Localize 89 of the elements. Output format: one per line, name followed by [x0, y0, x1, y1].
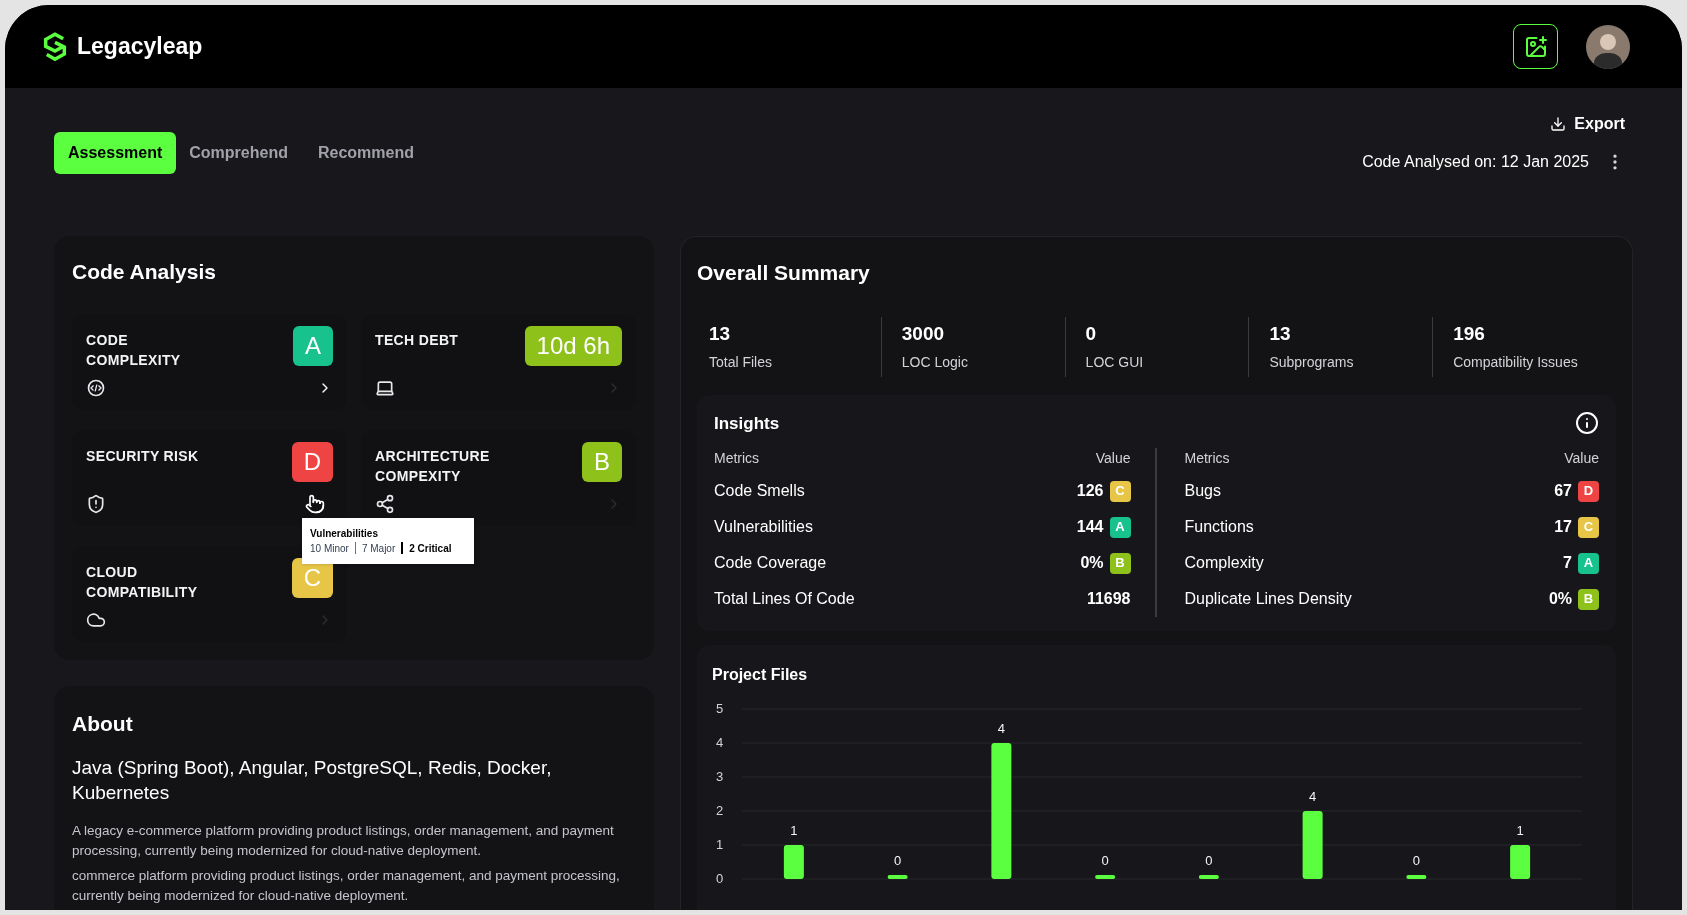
- grade-badge: B: [582, 441, 622, 482]
- metric-value: 67: [1554, 481, 1572, 501]
- bar[interactable]: [1510, 845, 1531, 879]
- description: A legacy e-commerce platform providing product listings, order management, and payment processing, currently being modernized for cloud-native deployment.: [72, 822, 615, 860]
- analysed-date: Code Analysed on: 12 Jan 2025: [1362, 152, 1589, 172]
- grade-badge: A: [1578, 552, 1599, 574]
- bar-value-label: 0: [1101, 853, 1109, 868]
- stat-value: 3000: [901, 321, 946, 346]
- grade-badge: C: [1578, 516, 1599, 538]
- avatar[interactable]: [1586, 24, 1630, 69]
- tooltip-title: Vulnerabilities: [310, 526, 379, 541]
- stat-value: 13: [1269, 321, 1292, 346]
- metric-value: 144: [1076, 517, 1104, 537]
- metric-name: Bugs: [1184, 481, 1221, 501]
- bar-value-label: 0: [894, 853, 902, 868]
- info-icon[interactable]: [1575, 411, 1599, 436]
- axis-tick-label: 5: [716, 701, 724, 716]
- metric-value: 126: [1076, 481, 1104, 501]
- metric-value: 17: [1554, 517, 1572, 537]
- grade-badge: C: [1109, 480, 1131, 502]
- metric-value: 11698: [1086, 589, 1131, 609]
- tab[interactable]: Assessment: [54, 132, 177, 174]
- metric-name: Complexity: [1184, 553, 1264, 573]
- grade-badge: B: [1578, 588, 1599, 610]
- card-title: CODE COMPLEXITY: [86, 330, 182, 370]
- card-title: TECH DEBT: [375, 330, 459, 350]
- tooltip-count: 2 Critical: [409, 541, 452, 556]
- column-header: Value: [1095, 449, 1131, 468]
- share-icon: [375, 493, 395, 514]
- metric-name: Functions: [1184, 517, 1254, 537]
- add-image-icon: [1523, 34, 1548, 59]
- stat-label: LOC Logic: [901, 353, 969, 373]
- grade-badge: D: [291, 441, 333, 482]
- bar-value-label: 4: [1309, 789, 1317, 804]
- brand-name: Legacyleap: [77, 32, 203, 62]
- axis-tick-label: 2: [716, 803, 724, 818]
- grade-badge: D: [1578, 480, 1599, 502]
- metric-name: Code Smells: [714, 481, 805, 501]
- description: commerce platform providing product listings, order management, and payment processing, currently being modernized for cloud-native deployment.: [72, 867, 621, 905]
- panel-title: About: [72, 710, 134, 737]
- bar-value-label: 1: [1516, 823, 1524, 838]
- card-title: SECURITY RISK: [86, 446, 199, 466]
- tooltip-count: 7 Major: [361, 541, 396, 556]
- export-button[interactable]: Export: [1550, 112, 1625, 136]
- stat-value: 13: [709, 321, 732, 346]
- grade-badge: A: [293, 325, 333, 366]
- axis-tick-label: 3: [716, 769, 724, 784]
- axis-tick-label: 0: [716, 871, 724, 886]
- stat-label: LOC GUI: [1085, 353, 1145, 373]
- stat-label: Total Files: [709, 353, 774, 373]
- grade-badge: 10d 6h: [524, 325, 622, 366]
- column-header: Metrics: [1184, 449, 1230, 468]
- metric-name: Duplicate Lines Density: [1184, 589, 1352, 609]
- bar-value-label: 4: [997, 721, 1005, 736]
- panel-title: Overall Summary: [697, 260, 871, 286]
- bar[interactable]: [783, 845, 804, 879]
- bar[interactable]: [991, 743, 1012, 879]
- download-icon: [1550, 116, 1567, 132]
- chart-title: Project Files: [712, 666, 808, 683]
- metric-value: 0%: [1080, 553, 1104, 573]
- bar[interactable]: [1302, 811, 1323, 879]
- grade-badge: A: [1109, 516, 1131, 538]
- bar-value-label: 0: [1205, 853, 1213, 868]
- metric-value: 0%: [1548, 589, 1572, 609]
- grade-badge: B: [1109, 552, 1131, 574]
- tab[interactable]: Comprehend: [188, 132, 289, 174]
- axis-tick-label: 1: [716, 837, 724, 852]
- shield-alert-icon: [86, 493, 106, 514]
- metric-name: Total Lines Of Code: [714, 589, 855, 609]
- tech-stack: Java (Spring Boot), Angular, PostgreSQL, Redis, Docker, Kubernetes: [72, 756, 553, 805]
- column-header: Value: [1564, 449, 1599, 468]
- bar-value-label: 0: [1412, 853, 1420, 868]
- stat-value: 0: [1085, 321, 1098, 346]
- axis-tick-label: 4: [716, 735, 724, 750]
- bar-value-label: 1: [790, 823, 798, 838]
- insights-title: Insights: [714, 412, 780, 435]
- code-icon: [86, 377, 106, 398]
- stat-label: Compatibility Issues: [1453, 353, 1579, 373]
- tab[interactable]: Recommend: [316, 132, 415, 174]
- stat-value: 196: [1453, 321, 1486, 346]
- stat-label: Subprograms: [1269, 353, 1355, 373]
- add-image-button[interactable]: [1513, 24, 1558, 69]
- metric-value: 7: [1563, 553, 1572, 573]
- panel-title: Code Analysis: [72, 259, 217, 285]
- metric-name: Vulnerabilities: [714, 517, 813, 537]
- card-title: CLOUD COMPATIBILITY: [86, 562, 199, 602]
- metric-name: Code Coverage: [714, 553, 827, 573]
- column-header: Metrics: [714, 449, 760, 468]
- logo-icon: [41, 30, 69, 63]
